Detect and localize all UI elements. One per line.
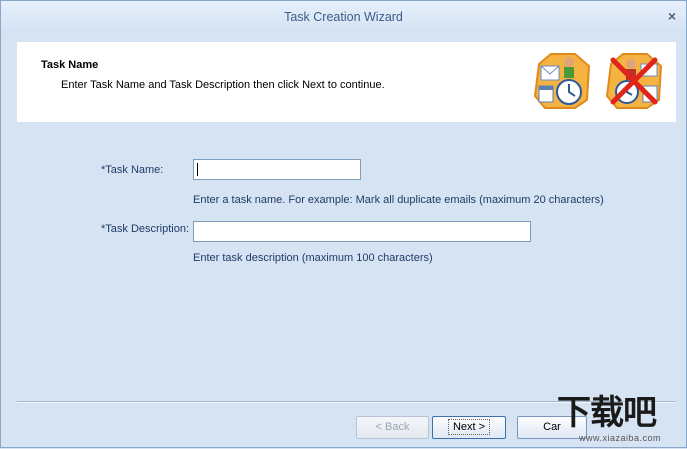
window-title: Task Creation Wizard: [284, 10, 403, 24]
text-caret: [197, 163, 198, 176]
close-icon[interactable]: ×: [664, 8, 680, 24]
site-watermark: 下载吧 www.xiazaiba.com: [553, 393, 687, 449]
task-delete-icon: [605, 53, 663, 109]
next-button[interactable]: Next >: [432, 416, 506, 439]
next-button-label: Next >: [447, 419, 491, 435]
task-name-hint: Enter a task name. For example: Mark all…: [193, 194, 604, 206]
task-description-label: *Task Description:: [101, 223, 190, 235]
back-button-label: < Back: [375, 421, 410, 433]
watermark-logo-text: 下载吧: [557, 393, 657, 433]
back-button[interactable]: < Back: [356, 416, 429, 439]
header-panel: Task Name Enter Task Name and Task Descr…: [17, 42, 676, 122]
task-name-input[interactable]: [193, 159, 361, 180]
task-name-label: *Task Name:: [101, 164, 164, 176]
step-subtitle: Enter Task Name and Task Description the…: [61, 79, 385, 91]
watermark-url: www.xiazaiba.com: [579, 433, 662, 443]
task-schedule-icon: [533, 53, 591, 109]
task-description-hint: Enter task description (maximum 100 char…: [193, 252, 433, 264]
wizard-window: Task Creation Wizard × Task Name Enter T…: [0, 0, 687, 448]
task-description-input[interactable]: [193, 221, 531, 242]
step-title: Task Name: [41, 59, 99, 71]
title-bar[interactable]: Task Creation Wizard ×: [1, 1, 686, 33]
